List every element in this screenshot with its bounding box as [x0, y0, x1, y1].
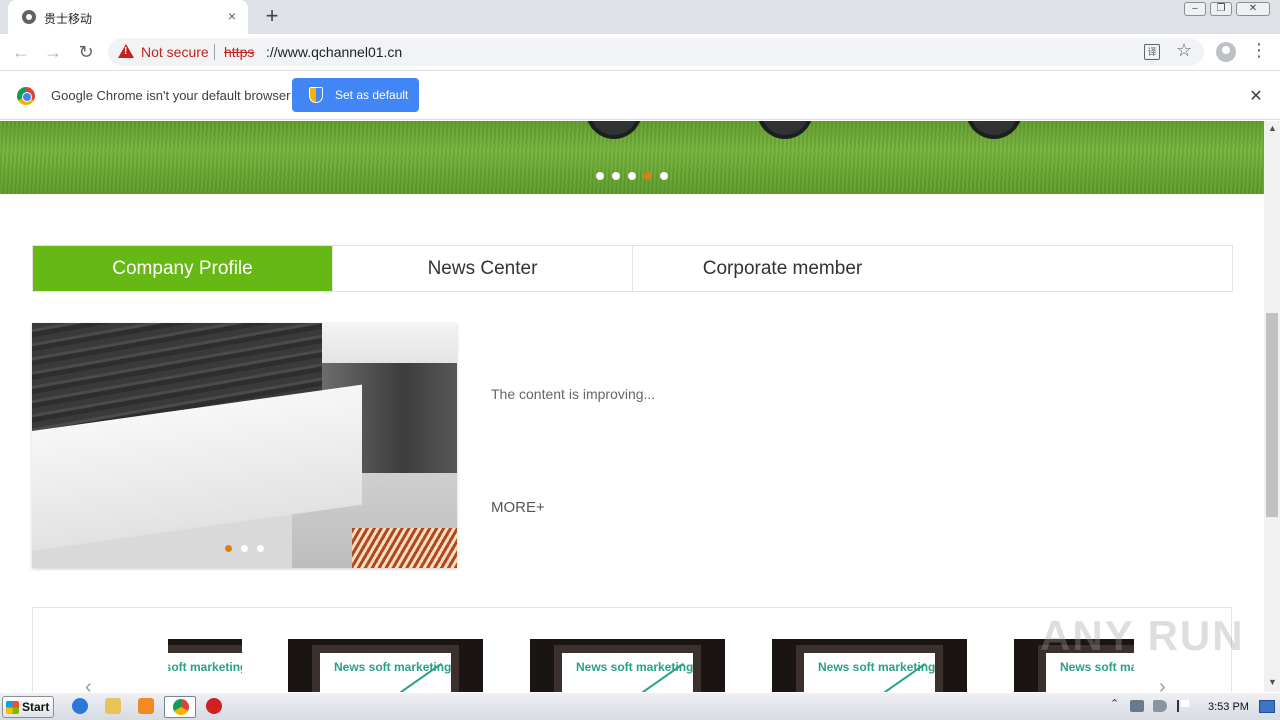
banner-wheel — [586, 121, 642, 139]
close-window-button[interactable]: ✕ — [1236, 2, 1270, 16]
news-card-screen: News soft marketing — [796, 645, 943, 692]
uac-shield-icon — [309, 87, 323, 103]
news-card[interactable]: News soft marketing — [168, 639, 242, 692]
new-tab-button[interactable]: + — [262, 5, 282, 27]
taskbar-chrome-button[interactable] — [164, 696, 196, 718]
warning-icon[interactable] — [118, 44, 134, 58]
windows-taskbar: Start ⌃ 3:53 PM — [0, 692, 1280, 720]
page-scrollbar[interactable]: ▲ ▼ — [1264, 121, 1280, 692]
chrome-logo-icon — [17, 87, 35, 105]
media-player-icon[interactable] — [138, 698, 154, 714]
start-label: Start — [22, 700, 50, 714]
network-icon[interactable] — [1130, 700, 1144, 712]
action-center-flag-icon[interactable] — [1177, 700, 1189, 712]
internet-explorer-icon[interactable] — [72, 698, 88, 714]
photo-slider-dot[interactable] — [257, 545, 264, 552]
browser-tab[interactable]: 贵士移动 × — [8, 0, 248, 34]
scroll-thumb[interactable] — [1266, 313, 1278, 517]
banner-dot[interactable] — [628, 172, 636, 180]
banner-dot[interactable] — [644, 172, 652, 180]
omnibox-divider — [214, 44, 215, 60]
browser-toolbar: ← → ↻ Not secure https ://www.qchannel01… — [0, 34, 1280, 71]
show-desktop-button[interactable] — [1259, 700, 1275, 713]
system-clock[interactable]: 3:53 PM — [1208, 701, 1249, 713]
anyrun-watermark: ANY RUN — [1040, 612, 1245, 659]
url-scheme: https — [224, 44, 255, 60]
page-viewport: Company Profile News Center Corporate me… — [0, 121, 1264, 692]
tab-company-profile[interactable]: Company Profile — [33, 246, 333, 291]
chrome-taskbar-icon — [173, 699, 189, 715]
default-browser-infobar: Google Chrome isn't your default browser… — [0, 72, 1280, 120]
set-as-default-button[interactable]: Set as default — [292, 78, 419, 112]
banner-dot[interactable] — [612, 172, 620, 180]
start-button[interactable]: Start — [2, 696, 54, 718]
scroll-up-arrow[interactable]: ▲ — [1268, 123, 1277, 133]
news-card-screen: News soft marketing — [168, 645, 242, 692]
not-secure-label[interactable]: Not secure — [141, 44, 209, 60]
tab-title: 贵士移动 — [44, 12, 93, 26]
scroll-down-arrow[interactable]: ▼ — [1268, 677, 1277, 687]
banner-dot[interactable] — [660, 172, 668, 180]
profile-description: The content is improving... — [491, 386, 656, 402]
infobar-message: Google Chrome isn't your default browser — [51, 88, 291, 103]
photo-slider-dot[interactable] — [241, 545, 248, 552]
hero-banner — [0, 121, 1264, 194]
address-bar[interactable]: Not secure https ://www.qchannel01.cn 译 … — [108, 38, 1204, 66]
news-card[interactable]: News soft marketing — [772, 639, 967, 692]
minimize-button[interactable]: – — [1184, 2, 1206, 16]
photo-rug — [352, 528, 457, 568]
company-photo — [32, 323, 457, 568]
tab-news-center[interactable]: News Center — [333, 246, 633, 291]
globe-icon — [22, 10, 36, 24]
tab-strip: 贵士移动 × + – ❐ ✕ — [0, 0, 1280, 34]
news-card-label: News soft marketing — [168, 660, 242, 674]
back-button[interactable]: ← — [10, 41, 32, 63]
tab-close-icon[interactable]: × — [224, 8, 240, 24]
banner-wheel — [757, 121, 813, 139]
bookmark-star-icon[interactable]: ☆ — [1176, 40, 1192, 61]
more-link[interactable]: MORE+ — [491, 499, 545, 516]
banner-dot[interactable] — [596, 172, 604, 180]
volume-icon[interactable] — [1153, 700, 1167, 712]
carousel-next-icon[interactable]: › — [1159, 676, 1166, 692]
section-tabs: Company Profile News Center Corporate me… — [32, 245, 1233, 292]
reload-button[interactable]: ↻ — [75, 41, 97, 63]
url-text: ://www.qchannel01.cn — [266, 44, 403, 60]
chrome-menu-icon[interactable]: ⋮ — [1250, 40, 1268, 61]
photo-slider-dot[interactable] — [225, 545, 232, 552]
opera-icon[interactable] — [206, 698, 222, 714]
tab-corporate-member[interactable]: Corporate member — [633, 246, 932, 291]
news-card[interactable]: News soft marketing — [530, 639, 725, 692]
restore-button[interactable]: ❐ — [1210, 2, 1232, 16]
carousel-prev-icon[interactable]: ‹ — [85, 676, 92, 692]
news-card-label: News soft marketing — [1060, 660, 1134, 674]
forward-button[interactable]: → — [42, 41, 64, 63]
infobar-close-icon[interactable]: ✕ — [1247, 86, 1265, 106]
file-explorer-icon[interactable] — [105, 698, 121, 714]
translate-icon[interactable]: 译 — [1144, 44, 1160, 60]
windows-logo-icon — [6, 701, 19, 714]
profile-avatar-icon[interactable] — [1216, 42, 1236, 62]
tray-expand-icon[interactable]: ⌃ — [1110, 697, 1119, 710]
set-as-default-label: Set as default — [335, 88, 409, 102]
news-card[interactable]: News soft marketing — [288, 639, 483, 692]
news-card-screen: News soft marketing — [554, 645, 701, 692]
news-card-screen: News soft marketing — [312, 645, 459, 692]
banner-wheel — [966, 121, 1022, 139]
